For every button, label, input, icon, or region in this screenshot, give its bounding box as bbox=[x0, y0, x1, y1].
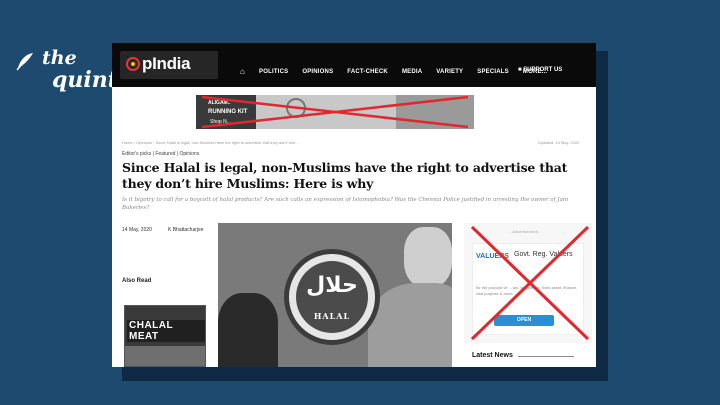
latest-news-heading: Latest News bbox=[472, 352, 513, 359]
thumbnail-sign: CHALAL MEAT bbox=[127, 320, 205, 342]
sidebar-ad[interactable]: - Advertisement - VALUERS Govt. Reg. Val… bbox=[464, 223, 592, 343]
the-quint-logo: the quint bbox=[12, 47, 118, 108]
site-header: pIndia ⌂ POLITICS OPINIONS FACT-CHECK ME… bbox=[112, 43, 596, 87]
banner-ad[interactable]: ALIGAM.. RUNNING KIT Shop N... bbox=[196, 95, 474, 129]
support-us-link[interactable]: ■ SUPPORT US bbox=[518, 67, 562, 73]
opindia-screenshot: pIndia ⌂ POLITICS OPINIONS FACT-CHECK ME… bbox=[112, 43, 596, 367]
home-icon[interactable]: ⌂ bbox=[240, 67, 245, 76]
main-nav: ⌂ POLITICS OPINIONS FACT-CHECK MEDIA VAR… bbox=[240, 67, 547, 76]
image-meat-left bbox=[218, 293, 278, 367]
banner-cross-mark bbox=[201, 95, 469, 129]
latest-news-divider bbox=[518, 356, 574, 357]
breadcrumb[interactable]: Home › Opinions › Since Halal is legal, … bbox=[122, 140, 299, 145]
support-us-label: SUPPORT US bbox=[523, 67, 563, 73]
nav-item-specials[interactable]: SPECIALS bbox=[477, 69, 509, 75]
quill-icon bbox=[16, 53, 33, 71]
brand-word-quint: quint bbox=[52, 67, 118, 93]
halal-arabic-text: حلال bbox=[306, 273, 358, 298]
featured-image: حلال HALAL bbox=[218, 223, 452, 367]
nav-item-media[interactable]: MEDIA bbox=[402, 69, 422, 75]
site-logo-text: pIndia bbox=[142, 54, 191, 73]
also-read-thumbnail[interactable]: CHALAL MEAT bbox=[124, 305, 206, 367]
nav-item-fact-check[interactable]: FACT-CHECK bbox=[347, 69, 388, 75]
image-meat-right bbox=[368, 283, 452, 367]
article-date: 14 May, 2020 bbox=[122, 227, 152, 233]
article-tags[interactable]: Editor's picks | Featured | Opinions bbox=[122, 151, 199, 157]
nav-item-variety[interactable]: VARIETY bbox=[436, 69, 463, 75]
updated-date: Updated: 14 May, 2020 bbox=[538, 140, 580, 145]
article-author[interactable]: K Bhattacharjee bbox=[168, 227, 204, 233]
logo-ring-icon bbox=[126, 57, 140, 71]
halal-label: HALAL bbox=[313, 311, 351, 321]
brand-word-the: the bbox=[42, 47, 77, 69]
thumbnail-counter bbox=[125, 346, 205, 366]
image-hand bbox=[404, 227, 452, 287]
nav-item-politics[interactable]: POLITICS bbox=[259, 69, 288, 75]
nav-item-opinions[interactable]: OPINIONS bbox=[302, 69, 333, 75]
site-logo[interactable]: pIndia bbox=[120, 51, 218, 79]
also-read-heading: Also Read bbox=[122, 278, 152, 284]
sidebar-cross-mark bbox=[470, 225, 590, 341]
article-headline: Since Halal is legal, non-Muslims have t… bbox=[122, 160, 568, 191]
article-subheadline: Is it bigotry to call for a boycott of h… bbox=[122, 197, 569, 211]
